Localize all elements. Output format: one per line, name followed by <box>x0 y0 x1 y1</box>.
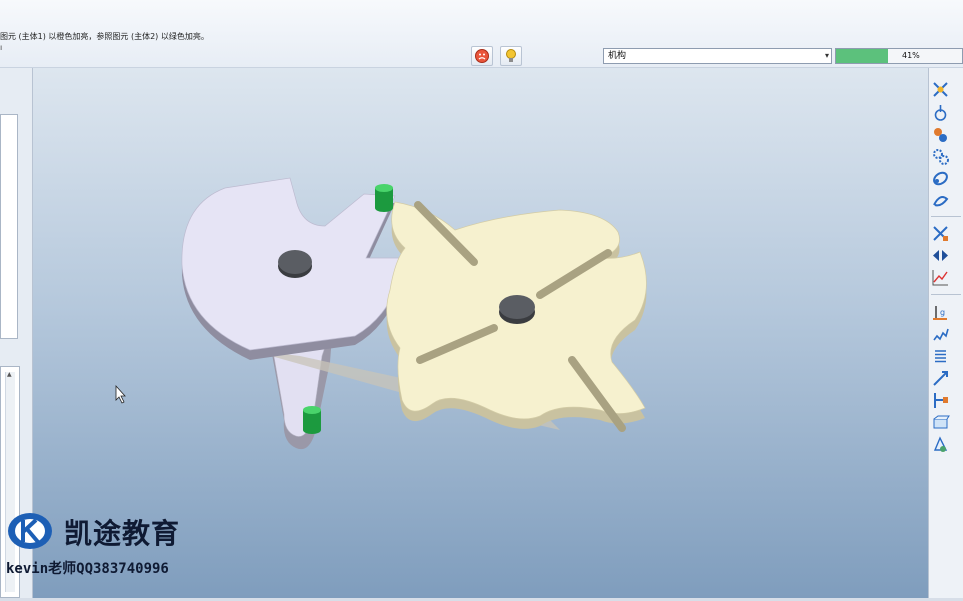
chevron-down-icon: ▾ <box>824 51 829 60</box>
highlight-toggle-button[interactable] <box>500 46 522 66</box>
mouse-cursor-icon <box>115 384 126 404</box>
geneva-wheel[interactable] <box>386 201 647 432</box>
watermark: 凯途教育 kevin老师QQ383740996 <box>6 510 206 590</box>
mechanism-toolbar: g <box>928 68 963 601</box>
toolbar-separator <box>931 294 961 295</box>
slot-button[interactable] <box>931 191 950 210</box>
gravity-icon: g <box>933 306 947 320</box>
initial-condition-icon <box>934 393 948 408</box>
app-window: 图元 (主体1) 以橙色加亮，参照图元 (主体2) 以绿色加亮。 ı 机构 ▾ … <box>0 0 963 601</box>
connection-icon <box>934 105 947 121</box>
toolbar-separator <box>931 216 961 217</box>
measure-icon <box>932 270 948 286</box>
message-toolbar-area: 图元 (主体1) 以橙色加亮，参照图元 (主体2) 以绿色加亮。 ı 机构 ▾ … <box>0 0 963 68</box>
drive-pin-bottom[interactable] <box>303 406 321 434</box>
cam-button[interactable] <box>931 125 950 144</box>
slot-icon <box>933 196 949 207</box>
servo-motor-icon <box>933 82 948 97</box>
gear-button[interactable] <box>931 147 950 166</box>
playback-button[interactable] <box>931 246 950 265</box>
gear-icon <box>933 149 949 165</box>
driver-wheel[interactable] <box>181 177 406 360</box>
initial-condition-button[interactable] <box>931 391 950 410</box>
force-button[interactable] <box>931 369 950 388</box>
measure-button[interactable] <box>931 268 950 287</box>
mechanism-dropdown[interactable]: 机构 ▾ <box>603 48 832 64</box>
belt-button[interactable] <box>931 169 950 188</box>
lightbulb-icon <box>506 49 516 62</box>
mechanism-dropdown-value: 机构 <box>608 51 627 61</box>
brand-logo-icon <box>8 513 52 549</box>
progress-bar: 41% <box>835 48 963 64</box>
gravity-button[interactable]: g <box>931 303 950 322</box>
body-button[interactable] <box>931 435 950 454</box>
belt-icon <box>933 171 948 186</box>
damper-icon <box>935 350 946 363</box>
mechanism-analysis-button[interactable] <box>931 224 950 243</box>
drive-pin-top[interactable] <box>375 184 393 212</box>
playback-icon <box>933 250 948 261</box>
spring-button[interactable] <box>931 325 950 344</box>
progress-fill <box>836 49 888 63</box>
connection-button[interactable] <box>931 103 950 122</box>
damper-button[interactable] <box>931 347 950 366</box>
message-marker: ı <box>0 43 3 52</box>
spring-icon <box>933 328 949 341</box>
watermark-brand-name: 凯途教育 <box>64 517 181 550</box>
stop-face-icon <box>475 49 489 63</box>
mass-property-button[interactable] <box>931 413 950 432</box>
mass-property-icon <box>933 415 950 429</box>
mechanism-analysis-icon <box>933 226 948 241</box>
progress-label: 41% <box>902 51 920 60</box>
body-icon <box>933 436 948 452</box>
cam-icon <box>934 128 947 142</box>
svg-text:g: g <box>940 308 945 317</box>
force-icon <box>933 371 948 386</box>
status-message: 图元 (主体1) 以橙色加亮，参照图元 (主体2) 以绿色加亮。 <box>0 32 209 41</box>
servo-motor-button[interactable] <box>931 80 950 99</box>
watermark-contact: kevin老师QQ383740996 <box>6 561 169 577</box>
stop-button[interactable] <box>471 46 493 66</box>
scroll-up-icon[interactable]: ▲ <box>7 371 12 378</box>
model-tree-list[interactable] <box>0 114 18 339</box>
